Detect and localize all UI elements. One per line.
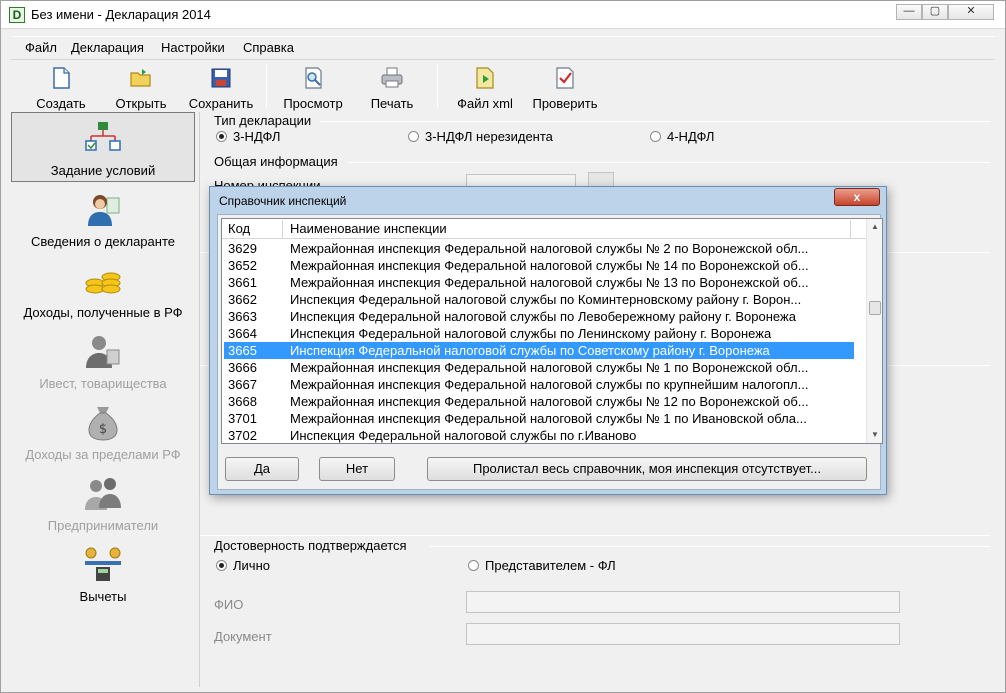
sidebar: Задание условий Сведения о декларанте До… bbox=[11, 112, 197, 687]
group-divider bbox=[320, 121, 990, 122]
group-divider bbox=[348, 162, 990, 163]
radio-dot bbox=[650, 131, 661, 142]
yes-button[interactable]: Да bbox=[225, 457, 299, 481]
xml-file-button[interactable]: Файл xml bbox=[451, 62, 519, 112]
toolbar-separator bbox=[266, 64, 267, 108]
list-header: Код Наименование инспекции bbox=[222, 219, 866, 239]
menu-file[interactable]: Файл bbox=[25, 40, 57, 55]
preview-button[interactable]: Просмотр bbox=[277, 62, 349, 112]
document-label: Документ bbox=[214, 629, 272, 644]
general-info-group: Общая информация bbox=[214, 154, 338, 169]
list-item[interactable]: 3662 Инспекция Федеральной налоговой служ… bbox=[224, 291, 854, 308]
open-folder-icon bbox=[130, 69, 151, 87]
section-divider bbox=[200, 535, 990, 536]
declaration-type-group: Тип декларации bbox=[214, 113, 312, 128]
inspections-list[interactable]: Код Наименование инспекции 3629 Межрайонн… bbox=[221, 218, 883, 444]
inspections-dialog: Справочник инспекций x Код Наименование … bbox=[209, 186, 887, 495]
menu-settings[interactable]: Настройки bbox=[161, 40, 225, 55]
sidebar-item-income-abroad[interactable]: $ Доходы за пределами РФ bbox=[11, 397, 195, 467]
maximize-button[interactable]: ▢ bbox=[922, 4, 948, 20]
radio-dot bbox=[216, 560, 227, 571]
list-item[interactable]: 3652 Межрайонная инспекция Федеральной на… bbox=[224, 257, 854, 274]
toolbar-separator bbox=[437, 64, 438, 108]
entrepreneurs-icon bbox=[85, 478, 121, 510]
column-divider[interactable] bbox=[282, 220, 283, 238]
investor-icon bbox=[86, 336, 120, 368]
new-document-icon bbox=[53, 67, 70, 89]
money-bag-icon: $ bbox=[88, 407, 118, 441]
list-item[interactable]: 3701 Межрайонная инспекция Федеральной на… bbox=[224, 410, 854, 427]
list-item[interactable]: 3666 Межрайонная инспекция Федеральной на… bbox=[224, 359, 854, 376]
close-window-button[interactable]: ✕ bbox=[948, 4, 994, 20]
person-icon bbox=[88, 195, 120, 226]
fio-label: ФИО bbox=[214, 597, 244, 612]
window-title: Без имени - Декларация 2014 bbox=[31, 7, 211, 22]
app-logo-icon: D bbox=[9, 7, 25, 23]
dialog-close-button[interactable]: x bbox=[834, 188, 880, 206]
radio-dot bbox=[408, 131, 419, 142]
create-button[interactable]: Создать bbox=[29, 62, 93, 112]
column-divider[interactable] bbox=[850, 220, 851, 238]
radio-4ndfl[interactable]: 4-НДФЛ bbox=[650, 129, 714, 144]
column-name[interactable]: Наименование инспекции bbox=[290, 221, 447, 236]
radio-3ndfl-nonresident[interactable]: 3-НДФЛ нерезидента bbox=[408, 129, 553, 144]
list-scrollbar[interactable]: ▲ ▼ bbox=[866, 219, 882, 443]
check-button[interactable]: Проверить bbox=[527, 62, 603, 112]
list-item-selected[interactable]: 3665 Инспекция Федеральной налоговой служ… bbox=[224, 342, 854, 359]
app-window: D Без имени - Декларация 2014 — ▢ ✕ Файл… bbox=[0, 0, 1006, 693]
menu-help[interactable]: Справка bbox=[243, 40, 294, 55]
document-field[interactable] bbox=[466, 623, 900, 645]
list-item[interactable]: 3629 Межрайонная инспекция Федеральной на… bbox=[224, 240, 854, 257]
fio-field[interactable] bbox=[466, 591, 900, 613]
save-button[interactable]: Сохранить bbox=[183, 62, 259, 112]
radio-3ndfl[interactable]: 3-НДФЛ bbox=[216, 129, 280, 144]
radio-personally[interactable]: Лично bbox=[216, 558, 270, 573]
printer-icon bbox=[381, 67, 403, 88]
sidebar-item-deductions[interactable]: Вычеты bbox=[11, 539, 195, 609]
radio-dot bbox=[216, 131, 227, 142]
coins-icon bbox=[85, 272, 121, 294]
confirmation-group: Достоверность подтверждается bbox=[214, 538, 407, 553]
save-disk-icon bbox=[211, 68, 231, 88]
group-divider bbox=[430, 546, 990, 547]
column-code[interactable]: Код bbox=[228, 221, 250, 236]
no-button[interactable]: Нет bbox=[319, 457, 395, 481]
svg-text:$: $ bbox=[99, 422, 107, 437]
xml-file-icon bbox=[476, 67, 494, 89]
toolbar: Создать Открыть Сохранить Просмотр Печат… bbox=[11, 59, 995, 111]
list-item[interactable]: 3664 Инспекция Федеральной налоговой служ… bbox=[224, 325, 854, 342]
dialog-body: Код Наименование инспекции 3629 Межрайонн… bbox=[217, 214, 883, 490]
sidebar-item-declarant[interactable]: Сведения о декларанте bbox=[11, 184, 195, 254]
open-button[interactable]: Открыть bbox=[109, 62, 173, 112]
dialog-title: Справочник инспекций bbox=[219, 194, 347, 208]
title-bar: D Без имени - Декларация 2014 — ▢ ✕ bbox=[1, 1, 1005, 29]
conditions-tree-icon bbox=[85, 122, 121, 151]
scroll-thumb[interactable] bbox=[869, 301, 881, 315]
list-item[interactable]: 3667 Межрайонная инспекция Федеральной на… bbox=[224, 376, 854, 393]
minimize-button[interactable]: — bbox=[896, 4, 922, 20]
radio-representative[interactable]: Представителем - ФЛ bbox=[468, 558, 616, 573]
deductions-scales-icon bbox=[85, 547, 121, 581]
menu-declaration[interactable]: Декларация bbox=[71, 40, 144, 55]
menu-bar: Файл Декларация Настройки Справка bbox=[11, 36, 995, 58]
sidebar-item-income-rf[interactable]: Доходы, полученные в РФ bbox=[11, 255, 195, 325]
inspection-not-found-button[interactable]: Пролистал весь справочник, моя инспекция… bbox=[427, 457, 867, 481]
print-button[interactable]: Печать bbox=[361, 62, 423, 112]
list-item[interactable]: 3661 Межрайонная инспекция Федеральной на… bbox=[224, 274, 854, 291]
sidebar-item-conditions[interactable]: Задание условий bbox=[11, 112, 195, 182]
list-item[interactable]: 3663 Инспекция Федеральной налоговой служ… bbox=[224, 308, 854, 325]
list-item[interactable]: 3702 Инспекция Федеральной налоговой служ… bbox=[224, 427, 854, 443]
radio-dot bbox=[468, 560, 479, 571]
preview-icon bbox=[305, 67, 322, 89]
sidebar-item-entrepreneurs[interactable]: Предприниматели bbox=[11, 468, 195, 538]
scroll-down-icon[interactable]: ▼ bbox=[867, 427, 882, 443]
check-document-icon bbox=[556, 67, 574, 89]
sidebar-item-invest[interactable]: Ивест, товарищества bbox=[11, 326, 195, 396]
scroll-up-icon[interactable]: ▲ bbox=[867, 219, 882, 235]
list-item[interactable]: 3668 Межрайонная инспекция Федеральной на… bbox=[224, 393, 854, 410]
